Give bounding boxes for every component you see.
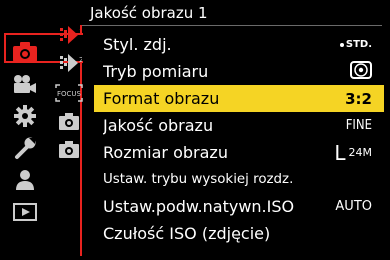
aspect-ratio-value: 3:2 [345,89,372,108]
tab-image-quality-1[interactable]: 1 [54,24,84,50]
svg-text:1: 1 [79,28,82,36]
menu-item-high-resolution-mode[interactable]: Ustaw. trybu wysokiej rozdz. [94,166,384,193]
menu-item-picture-size[interactable]: Rozmiar obrazu L 24M [94,139,384,166]
gear-icon [13,104,37,128]
tab-focus[interactable]: FOCUS [54,82,84,108]
menu-list: Styl. zdj. STD. Tryb pomiaru Format obra… [94,31,384,247]
menu-item-label: Ustaw. trybu wysokiej rozdz. [103,172,294,187]
video-camera-icon [12,74,38,94]
menu-item-label: Format obrazu [103,89,220,108]
quality-tab-icon-2: 2 [56,52,83,78]
camera-icon [12,41,38,63]
menu-item-photo-style[interactable]: Styl. zdj. STD. [94,31,384,58]
photo-style-value: STD. [339,31,372,58]
picture-quality-value: FINE [345,118,372,133]
menu-item-iso-sensitivity[interactable]: Czułość ISO (zdjęcie) [94,220,384,247]
metering-mode-value [350,58,372,85]
focus-tab-icon: FOCUS [55,84,83,106]
sparkle-icon [339,42,344,47]
menu-item-metering-mode[interactable]: Tryb pomiaru [94,58,384,85]
category-video[interactable] [4,68,46,100]
menu-item-aspect-ratio[interactable]: Format obrazu 3:2 [94,85,384,112]
category-custom[interactable] [4,100,46,132]
category-photo[interactable] [0,36,50,68]
menu-item-label: Tryb pomiaru [103,62,209,81]
wrench-icon [13,136,37,160]
menu-item-picture-quality[interactable]: Jakość obrazu FINE [94,112,384,139]
category-playback[interactable] [4,196,46,228]
camera-menu-screen: Jakość obrazu 1 1 2 FOCUS Styl. zdj. STD… [0,0,390,260]
quality-tab-icon-1: 1 [56,24,83,50]
header-divider [80,25,382,26]
category-my-menu[interactable] [4,164,46,196]
menu-item-dual-native-iso[interactable]: Ustaw.podw.natywn.ISO AUTO [94,193,384,220]
menu-item-label: Czułość ISO (zdjęcie) [103,224,271,243]
main-category-column [0,28,48,260]
tab-camera-1[interactable] [54,110,84,136]
category-setup[interactable] [4,132,46,164]
picture-size-value: L 24M [334,140,372,165]
playback-icon [13,202,37,222]
dual-native-iso-value: AUTO [335,199,372,214]
metering-icon [350,60,372,83]
tab-camera-2[interactable] [54,138,84,164]
user-icon [14,169,36,191]
svg-text:2: 2 [79,56,82,64]
camera-tab-icon [58,111,80,135]
menu-item-label: Jakość obrazu [103,116,214,135]
camera-tab-icon-2 [58,139,80,163]
svg-text:FOCUS: FOCUS [57,90,82,98]
page-title: Jakość obrazu 1 [90,4,208,22]
sub-tab-column: 1 2 FOCUS [50,22,86,162]
tab-image-quality-2[interactable]: 2 [54,52,84,78]
